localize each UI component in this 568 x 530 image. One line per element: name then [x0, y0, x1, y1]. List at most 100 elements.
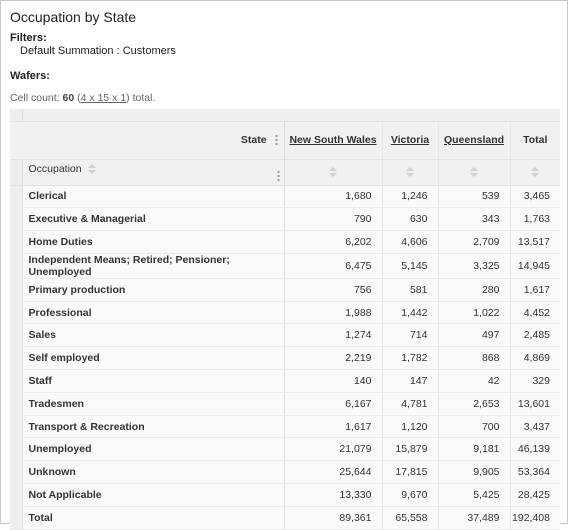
column-link-victoria[interactable]: Victoria [391, 134, 429, 146]
table-cell: 9,181 [437, 437, 510, 462]
table-cell: 21,079 [283, 437, 382, 462]
column-header-nsw[interactable]: New South Wales [283, 121, 382, 160]
table-row: Home Duties 6,202 4,606 2,709 13,517 [10, 230, 560, 254]
column-link-queensland[interactable]: Queensland [444, 134, 504, 146]
row-label: Tradesmen [22, 392, 285, 416]
table-cell: 1,022 [437, 301, 510, 325]
table-cell: 25,644 [283, 460, 382, 485]
sort-victoria[interactable] [381, 159, 438, 186]
row-gutter [10, 506, 23, 530]
table-cell: 53,364 [509, 460, 560, 485]
cell-count: Cell count: 60 (4 x 15 x 1) total. [10, 92, 156, 104]
row-label: Unknown [22, 460, 285, 485]
table-cell: 4,452 [509, 301, 560, 325]
table-cell: 329 [509, 369, 560, 393]
table-cell: 9,905 [437, 460, 510, 485]
table-cell: 581 [381, 278, 438, 302]
table-cell: 13,330 [283, 483, 382, 507]
table-row: Unemployed 21,079 15,879 9,181 46,139 [10, 437, 560, 462]
table-row: Transport & Recreation 1,617 1,120 700 3,437 [10, 415, 560, 439]
row-gutter [10, 323, 23, 348]
sort-icon[interactable] [87, 163, 96, 174]
table-cell: 714 [381, 323, 438, 348]
table-cell: 42 [437, 369, 510, 393]
row-gutter [10, 207, 23, 232]
row-label: Total [22, 506, 285, 530]
cell-count-dims-link[interactable]: 4 x 15 x 1 [81, 92, 127, 104]
table-cell: 1,763 [509, 207, 560, 232]
sort-icon[interactable] [329, 167, 337, 178]
table-cell: 1,274 [283, 323, 382, 348]
table-cell: 37,489 [437, 506, 510, 530]
table-cell: 756 [283, 278, 382, 302]
table-cell: 3,325 [437, 253, 510, 279]
table-cell: 13,601 [509, 392, 560, 416]
table-cell: 14,945 [509, 253, 560, 279]
table-row: Self employed 2,219 1,782 868 4,869 [10, 346, 560, 371]
table-cell: 280 [437, 278, 510, 302]
table-cell: 3,437 [509, 415, 560, 439]
sort-nsw[interactable] [283, 159, 382, 186]
sort-icon[interactable] [470, 167, 478, 178]
table-cell: 2,485 [509, 323, 560, 348]
table-row: Not Applicable 13,330 9,670 5,425 28,425 [10, 483, 560, 507]
occupation-menu-icon[interactable] [276, 169, 280, 182]
table-row: Clerical 1,680 1,246 539 3,465 [10, 185, 560, 209]
table-row: Sales 1,274 714 497 2,485 [10, 323, 560, 348]
table-cell: 700 [437, 415, 510, 439]
row-gutter [10, 392, 23, 416]
table-cell: 147 [381, 369, 438, 393]
state-dimension-label: State [240, 133, 267, 146]
table-cell: 6,167 [283, 392, 382, 416]
table-cell: 1,120 [381, 415, 438, 439]
table-cell: 4,606 [381, 230, 438, 254]
row-label: Primary production [22, 278, 285, 302]
sort-icon[interactable] [531, 167, 540, 178]
cell-count-value: 60 [62, 92, 75, 104]
table-cell: 4,869 [509, 346, 560, 371]
table-row: Staff 140 147 42 329 [10, 369, 560, 393]
table-row: Unknown 25,644 17,815 9,905 53,364 [10, 460, 560, 485]
table-cell: 1,617 [509, 278, 560, 302]
table-cell: 1,988 [283, 301, 382, 325]
column-header-queensland[interactable]: Queensland [437, 121, 510, 160]
table-cell: 6,475 [283, 253, 382, 279]
row-label: Executive & Managerial [22, 207, 285, 232]
column-dimension-header: State [10, 121, 285, 160]
table-cell: 1,442 [381, 301, 438, 325]
pivot-table: State New South Wales Victoria Queenslan… [10, 109, 560, 530]
row-label: Professional [22, 301, 285, 325]
sort-total[interactable] [509, 159, 560, 186]
row-label: Independent Means; Retired; Pensioner; U… [22, 253, 285, 279]
table-row: Independent Means; Retired; Pensioner; U… [10, 253, 560, 279]
row-dimension-header[interactable]: Occupation [22, 159, 285, 186]
row-gutter [10, 483, 23, 507]
page-title: Occupation by State [10, 9, 137, 25]
row-gutter [10, 253, 23, 279]
table-cell: 2,709 [437, 230, 510, 254]
table-cell: 192,408 [509, 506, 560, 530]
table-cell: 5,425 [437, 483, 510, 507]
filter-item: Default Summation : Customers [20, 45, 176, 57]
sort-queensland[interactable] [437, 159, 510, 186]
table-cell: 28,425 [509, 483, 560, 507]
state-menu-icon[interactable] [274, 134, 278, 147]
row-label: Unemployed [22, 437, 285, 462]
row-gutter [10, 437, 23, 462]
table-cell: 65,558 [381, 506, 438, 530]
sort-icon[interactable] [406, 167, 414, 178]
column-header-victoria[interactable]: Victoria [381, 121, 438, 160]
occupation-dimension-label: Occupation [28, 162, 82, 175]
table-cell: 630 [381, 207, 438, 232]
table-cell: 140 [283, 369, 382, 393]
table-cell: 5,145 [381, 253, 438, 279]
column-link-nsw[interactable]: New South Wales [289, 134, 376, 146]
table-cell: 1,782 [381, 346, 438, 371]
report-panel: Occupation by State Filters: Default Sum… [0, 0, 568, 530]
row-gutter [10, 369, 23, 393]
row-gutter [10, 460, 23, 485]
row-label: Not Applicable [22, 483, 285, 507]
table-cell: 2,653 [437, 392, 510, 416]
row-label: Sales [22, 323, 285, 348]
row-label: Clerical [22, 185, 285, 209]
